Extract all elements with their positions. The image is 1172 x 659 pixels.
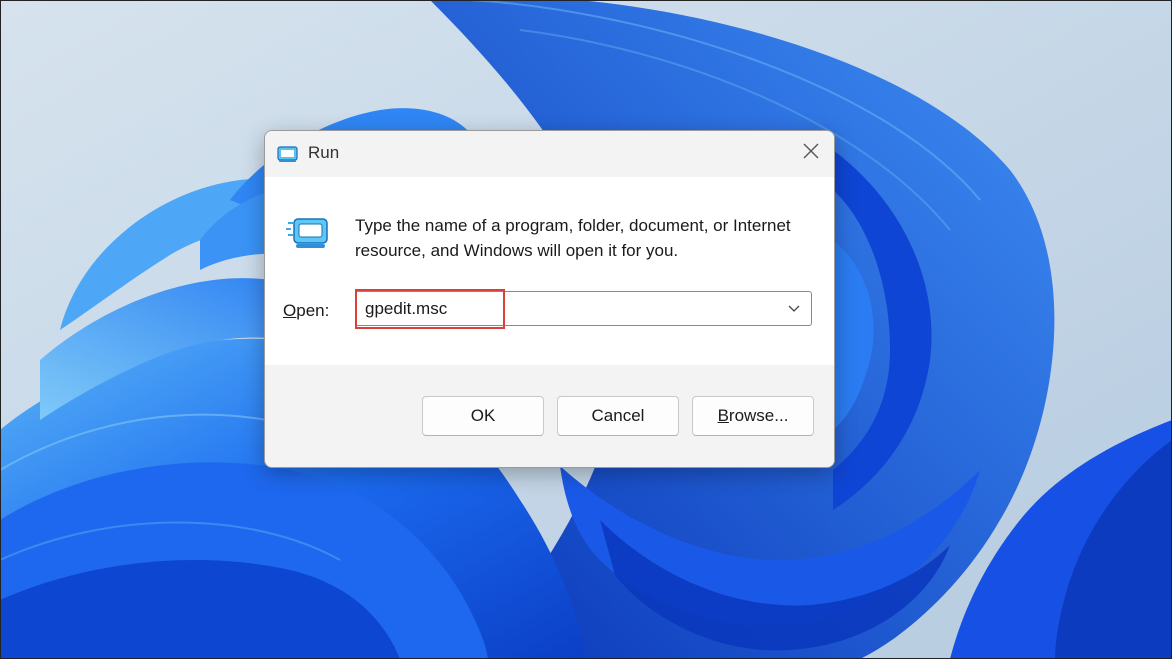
open-combobox[interactable]	[355, 291, 812, 326]
dialog-content: Type the name of a program, folder, docu…	[265, 177, 834, 365]
dialog-title: Run	[308, 143, 340, 162]
run-dialog: Run Type the name of a program, folder, …	[264, 130, 835, 468]
title-bar[interactable]: Run	[265, 131, 834, 177]
open-input[interactable]	[356, 292, 776, 325]
open-label-accesskey: O	[283, 301, 297, 320]
ok-button[interactable]: OK	[422, 396, 544, 436]
browse-label: rowse...	[728, 406, 789, 425]
open-label-text: pen:	[296, 301, 330, 320]
open-label: Open:	[283, 301, 329, 321]
browse-accesskey: B	[717, 406, 729, 425]
cancel-button[interactable]: Cancel	[557, 396, 679, 436]
dialog-description: Type the name of a program, folder, docu…	[355, 216, 791, 260]
close-button[interactable]	[788, 131, 834, 175]
browse-button[interactable]: Browse...	[692, 396, 814, 436]
chevron-down-icon	[787, 300, 801, 318]
dropdown-button[interactable]	[781, 292, 807, 325]
dialog-footer: OK Cancel Browse...	[265, 365, 834, 467]
close-icon	[802, 142, 820, 165]
run-program-icon	[285, 217, 329, 251]
desktop: Run Type the name of a program, folder, …	[0, 0, 1172, 659]
run-icon	[277, 144, 299, 164]
